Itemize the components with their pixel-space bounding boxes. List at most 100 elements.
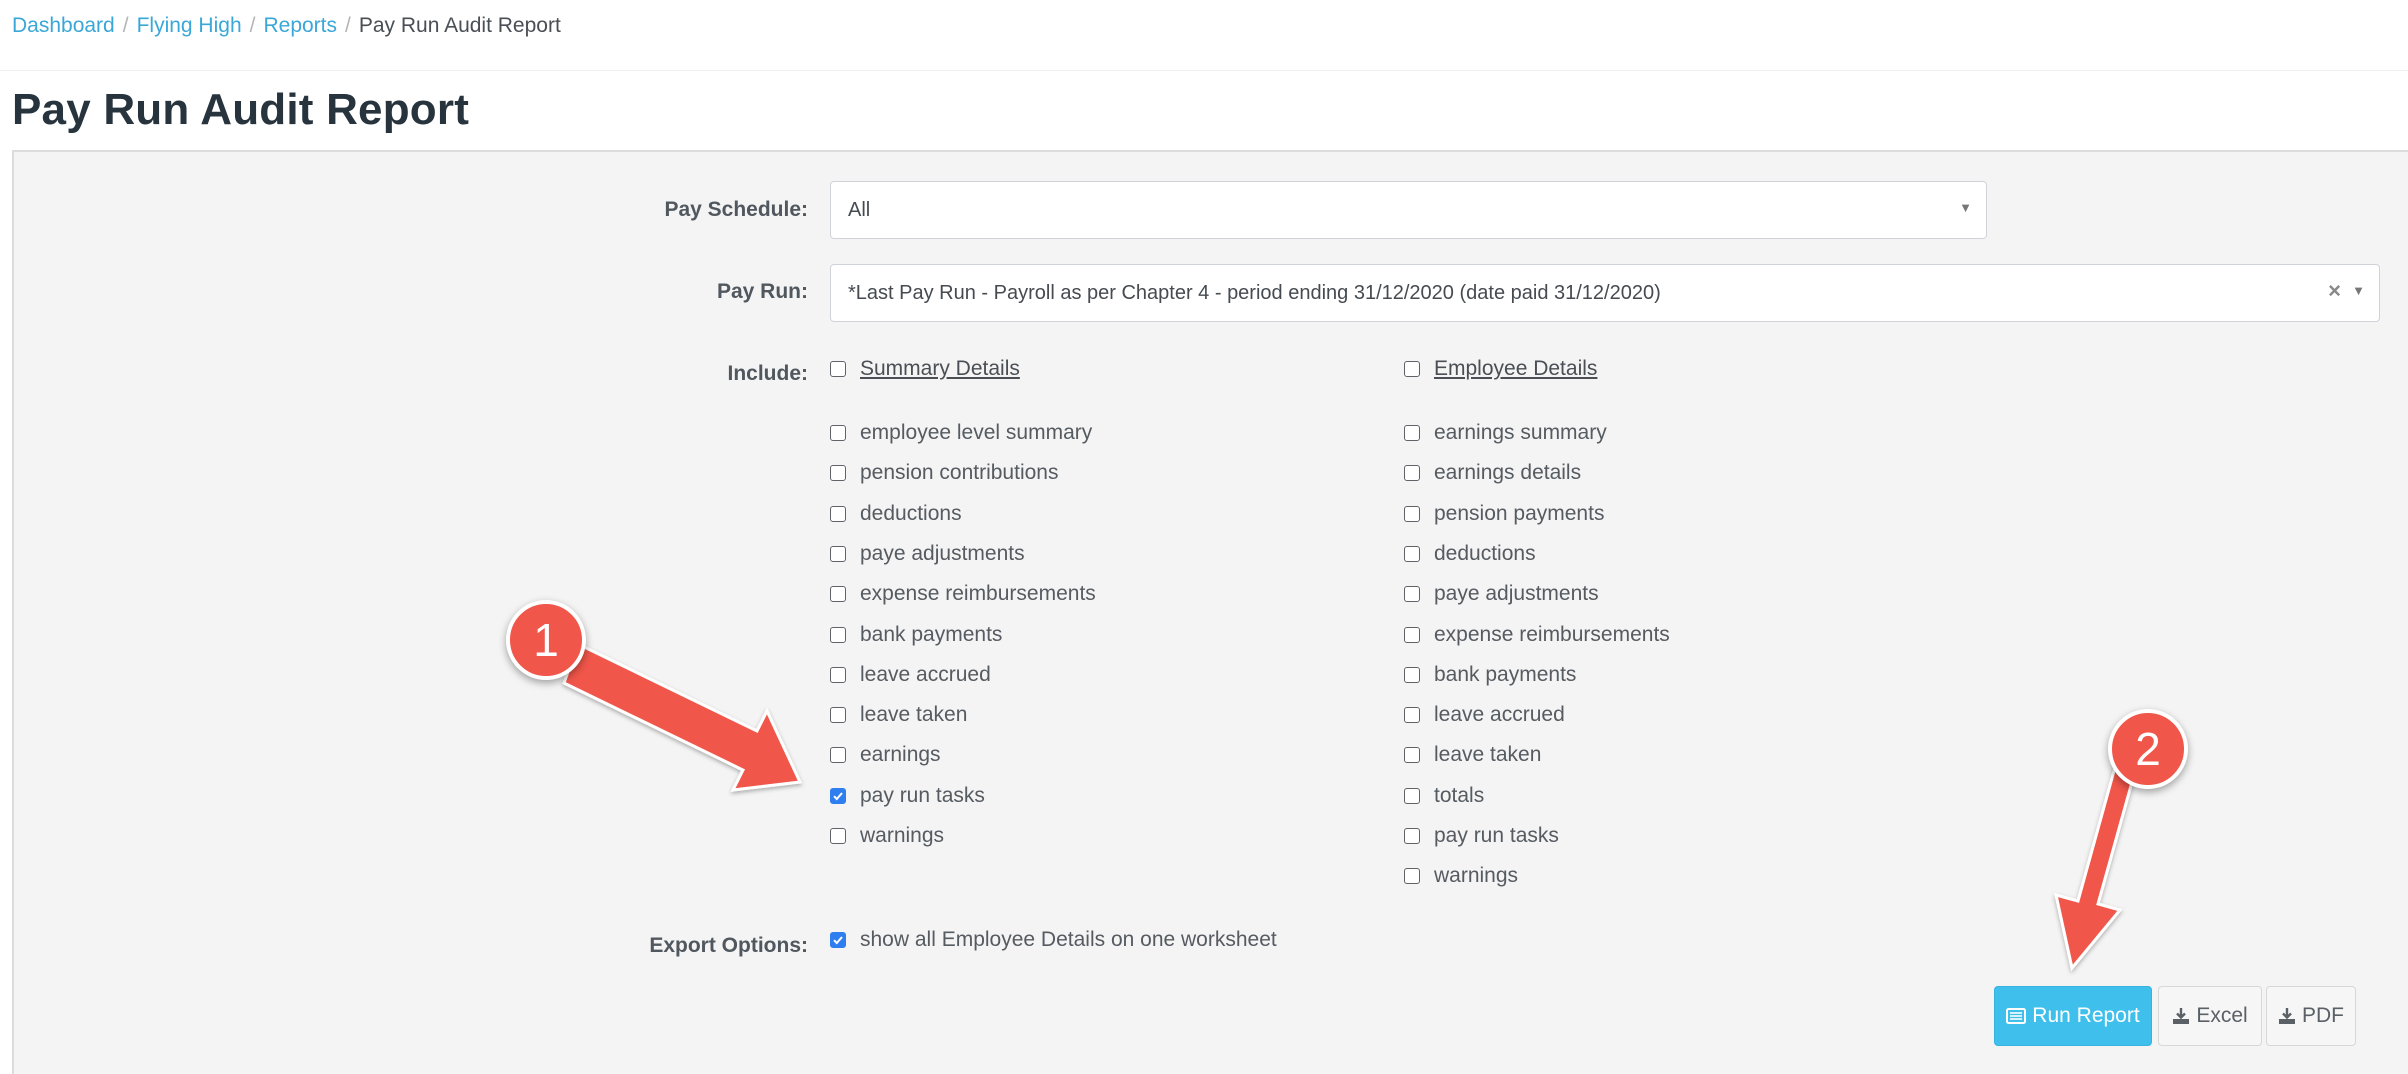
employee-leave-accrued-checkbox[interactable]	[1404, 707, 1420, 723]
annotation-marker-1: 1	[506, 600, 586, 680]
summary-pay-run-tasks-option[interactable]: pay run tasks	[830, 781, 985, 811]
employee-earnings-details-option[interactable]: earnings details	[1404, 458, 1581, 488]
export-one-worksheet-checkbox[interactable]	[830, 932, 846, 948]
employee-deductions-option[interactable]: deductions	[1404, 539, 1536, 569]
summary-deductions-label: deductions	[860, 502, 962, 525]
summary-paye-adjustments-option[interactable]: paye adjustments	[830, 539, 1025, 569]
summary-pension-contributions-checkbox[interactable]	[830, 465, 846, 481]
employee-earnings-summary-label: earnings summary	[1434, 421, 1607, 444]
employee-earnings-details-checkbox[interactable]	[1404, 465, 1420, 481]
breadcrumb: Dashboard / Flying High / Reports / Pay Run Au…	[12, 12, 561, 40]
summary-deductions-option[interactable]: deductions	[830, 499, 962, 529]
employee-bank-payments-label: bank payments	[1434, 663, 1577, 686]
employee-earnings-summary-checkbox[interactable]	[1404, 425, 1420, 441]
summary-bank-payments-label: bank payments	[860, 623, 1003, 646]
summary-leave-taken-checkbox[interactable]	[830, 707, 846, 723]
summary-pension-contributions-option[interactable]: pension contributions	[830, 458, 1058, 488]
export-options-label: Export Options:	[649, 934, 808, 957]
breadcrumb-current: Pay Run Audit Report	[358, 14, 561, 37]
summary-warnings-checkbox[interactable]	[830, 828, 846, 844]
summary-warnings-label: warnings	[860, 824, 945, 847]
summary-bank-payments-option[interactable]: bank payments	[830, 620, 1002, 650]
run-report-label: Run Report	[2032, 1004, 2140, 1027]
employee-expense-reimbursements-checkbox[interactable]	[1404, 627, 1420, 643]
employee-pension-payments-option[interactable]: pension payments	[1404, 499, 1604, 529]
summary-earnings-checkbox[interactable]	[830, 747, 846, 763]
excel-export-button[interactable]: Excel	[2158, 986, 2262, 1046]
summary-header-checkbox[interactable]	[830, 361, 846, 377]
employee-pay-run-tasks-label: pay run tasks	[1434, 824, 1559, 847]
breadcrumb-link-flying-high[interactable]: Flying High	[137, 14, 242, 37]
breadcrumb-link-dashboard[interactable]: Dashboard	[12, 14, 115, 37]
include-label: Include:	[727, 362, 808, 385]
employee-header-label: Employee Details	[1434, 357, 1598, 380]
summary-expense-reimbursements-option[interactable]: expense reimbursements	[830, 579, 1096, 609]
summary-leave-accrued-option[interactable]: leave accrued	[830, 660, 991, 690]
chevron-down-icon: ▼	[2352, 283, 2365, 298]
employee-warnings-checkbox[interactable]	[1404, 868, 1420, 884]
summary-leave-taken-label: leave taken	[860, 703, 968, 726]
chevron-down-icon: ▼	[1959, 200, 1972, 215]
employee-bank-payments-checkbox[interactable]	[1404, 667, 1420, 683]
employee-paye-adjustments-option[interactable]: paye adjustments	[1404, 579, 1599, 609]
pay-schedule-value: All	[848, 199, 871, 221]
header-divider	[0, 70, 2408, 71]
employee-leave-accrued-label: leave accrued	[1434, 703, 1565, 726]
summary-deductions-checkbox[interactable]	[830, 506, 846, 522]
annotation-marker-2: 2	[2108, 709, 2188, 789]
breadcrumb-link-reports[interactable]: Reports	[263, 14, 337, 37]
employee-pay-run-tasks-option[interactable]: pay run tasks	[1404, 821, 1559, 851]
summary-bank-payments-checkbox[interactable]	[830, 627, 846, 643]
download-icon	[2173, 1008, 2190, 1024]
employee-paye-adjustments-checkbox[interactable]	[1404, 586, 1420, 602]
summary-paye-adjustments-checkbox[interactable]	[830, 546, 846, 562]
summary-earnings-option[interactable]: earnings	[830, 740, 941, 770]
employee-totals-option[interactable]: totals	[1404, 781, 1484, 811]
summary-warnings-option[interactable]: warnings	[830, 821, 944, 851]
pay-run-value: *Last Pay Run - Payroll as per Chapter 4…	[848, 282, 1661, 304]
pay-run-select[interactable]: *Last Pay Run - Payroll as per Chapter 4…	[830, 264, 2380, 322]
summary-header-option[interactable]: Summary Details	[830, 354, 1020, 384]
employee-deductions-checkbox[interactable]	[1404, 546, 1420, 562]
employee-deductions-label: deductions	[1434, 542, 1536, 565]
pay-schedule-label: Pay Schedule:	[664, 198, 808, 221]
employee-leave-accrued-option[interactable]: leave accrued	[1404, 700, 1565, 730]
page-title: Pay Run Audit Report	[12, 85, 470, 134]
summary-expense-reimbursements-label: expense reimbursements	[860, 582, 1096, 605]
summary-expense-reimbursements-checkbox[interactable]	[830, 586, 846, 602]
report-icon	[2006, 1008, 2027, 1024]
employee-pension-payments-label: pension payments	[1434, 502, 1605, 525]
summary-leave-taken-option[interactable]: leave taken	[830, 700, 967, 730]
employee-leave-taken-checkbox[interactable]	[1404, 747, 1420, 763]
summary-pay-run-tasks-label: pay run tasks	[860, 784, 985, 807]
employee-pension-payments-checkbox[interactable]	[1404, 506, 1420, 522]
summary-paye-adjustments-label: paye adjustments	[860, 542, 1025, 565]
summary-leave-accrued-checkbox[interactable]	[830, 667, 846, 683]
employee-pay-run-tasks-checkbox[interactable]	[1404, 828, 1420, 844]
employee-expense-reimbursements-option[interactable]: expense reimbursements	[1404, 620, 1670, 650]
breadcrumb-separator: /	[122, 14, 129, 37]
employee-earnings-summary-option[interactable]: earnings summary	[1404, 418, 1607, 448]
employee-bank-payments-option[interactable]: bank payments	[1404, 660, 1576, 690]
employee-leave-taken-option[interactable]: leave taken	[1404, 740, 1541, 770]
summary-earnings-label: earnings	[860, 743, 941, 766]
export-one-worksheet-label: show all Employee Details on one workshe…	[860, 928, 1277, 951]
employee-totals-label: totals	[1434, 784, 1485, 807]
summary-employee-level-summary-checkbox[interactable]	[830, 425, 846, 441]
pay-schedule-select[interactable]: All ▼	[830, 181, 1987, 239]
summary-employee-level-summary-label: employee level summary	[860, 421, 1093, 444]
run-report-button[interactable]: Run Report	[1994, 986, 2152, 1046]
employee-leave-taken-label: leave taken	[1434, 743, 1542, 766]
summary-pay-run-tasks-checkbox[interactable]	[830, 788, 846, 804]
summary-employee-level-summary-option[interactable]: employee level summary	[830, 418, 1092, 448]
employee-totals-checkbox[interactable]	[1404, 788, 1420, 804]
clear-icon[interactable]: ×	[2328, 265, 2341, 317]
summary-pension-contributions-label: pension contributions	[860, 461, 1059, 484]
employee-header-option[interactable]: Employee Details	[1404, 354, 1597, 384]
summary-leave-accrued-label: leave accrued	[860, 663, 991, 686]
employee-warnings-option[interactable]: warnings	[1404, 861, 1518, 891]
breadcrumb-separator: /	[345, 14, 351, 37]
employee-header-checkbox[interactable]	[1404, 361, 1420, 377]
pdf-export-button[interactable]: PDF	[2266, 986, 2356, 1046]
export-one-worksheet-option[interactable]: show all Employee Details on one workshe…	[830, 925, 1277, 955]
